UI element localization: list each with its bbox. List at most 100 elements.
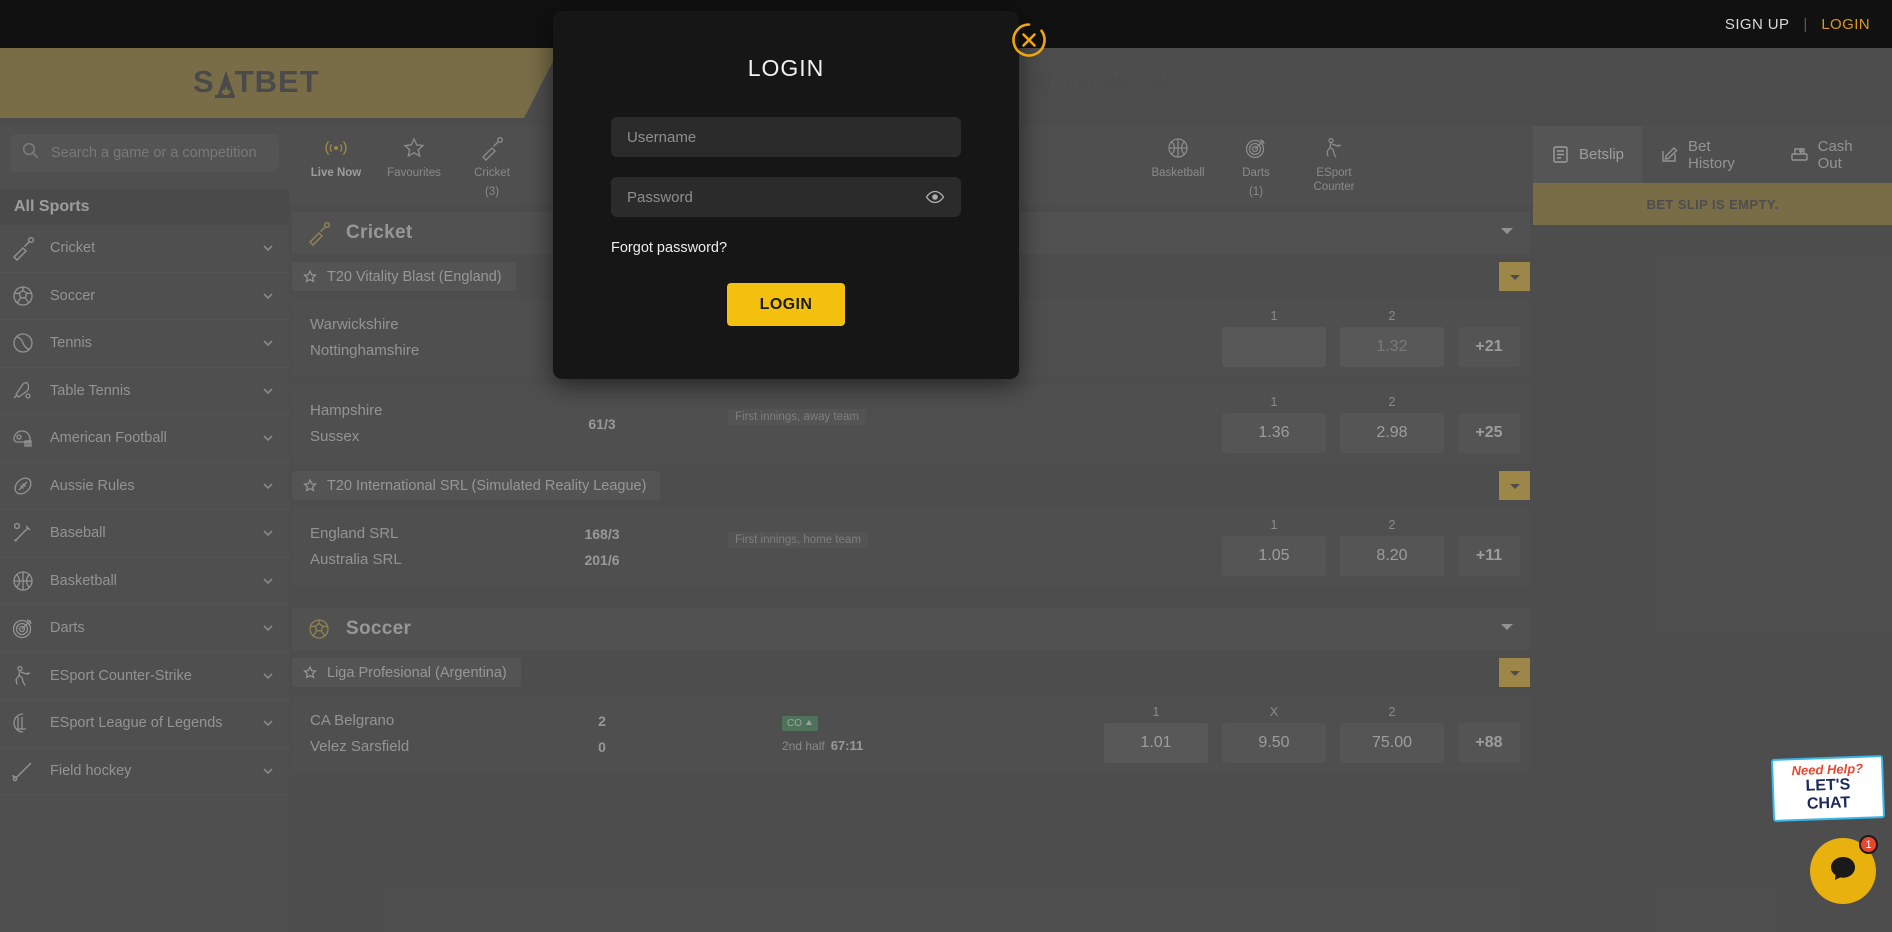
cricket-icon <box>306 220 332 247</box>
league-collapse-button[interactable] <box>1499 471 1530 500</box>
forgot-password-link[interactable]: Forgot password? <box>611 240 1019 256</box>
star-icon[interactable] <box>302 269 318 285</box>
league-collapse-button[interactable] <box>1499 658 1530 687</box>
match-row[interactable]: Hampshire Sussex 61/3 First innings, awa… <box>292 385 1530 463</box>
eye-icon[interactable] <box>925 187 945 207</box>
more-markets-button[interactable]: +21 <box>1458 327 1520 367</box>
odds-value[interactable]: 9.50 <box>1222 723 1326 763</box>
chevron-down-icon[interactable] <box>261 384 275 398</box>
strip-item-live-now[interactable]: Live Now <box>297 126 375 180</box>
satbet-logo[interactable]: S TBET <box>193 64 320 100</box>
star-icon[interactable] <box>302 478 318 494</box>
chevron-down-icon[interactable] <box>261 431 275 445</box>
odds-value[interactable] <box>1222 327 1326 367</box>
login-submit-button[interactable]: LOGIN <box>727 283 845 326</box>
odds-2[interactable]: 2 2.98 <box>1340 395 1444 453</box>
chevron-down-icon[interactable] <box>261 289 275 303</box>
league-of-legends-icon <box>10 710 36 736</box>
tab-cash-out[interactable]: Cash Out <box>1772 126 1892 183</box>
sidebar-item-field-hockey[interactable]: Field hockey <box>0 748 289 795</box>
sidebar-item-soccer[interactable]: Soccer <box>0 273 289 320</box>
chat-bubble-icon <box>1826 852 1860 891</box>
more-markets-button[interactable]: +25 <box>1458 413 1520 453</box>
sidebar-item-baseball[interactable]: Baseball <box>0 510 289 558</box>
odds-value[interactable]: 1.05 <box>1222 536 1326 576</box>
chevron-down-icon[interactable] <box>261 669 275 683</box>
strip-count-cricket: (3) <box>484 186 500 199</box>
league-chip[interactable]: Liga Profesional (Argentina) <box>292 658 521 687</box>
chevron-down-icon[interactable] <box>261 764 275 778</box>
match-row[interactable]: CA Belgrano Velez Sarsfield 2 0 CO 2nd h… <box>292 695 1530 773</box>
match-odds: 1 1.05 2 8.20 +11 <box>1222 518 1530 576</box>
odds-2[interactable]: 2 1.32 <box>1340 309 1444 367</box>
period-label: 2nd half <box>782 738 825 753</box>
password-input[interactable] <box>627 188 925 206</box>
chat-prompt-bubble[interactable]: Need Help? LET'S CHAT <box>1770 755 1886 822</box>
search-input[interactable]: Search a game or a competition <box>51 145 257 161</box>
odds-1[interactable]: 1 1.36 <box>1222 395 1326 453</box>
sidebar-item-esport-league-of-legends[interactable]: ESport League of Legends <box>0 700 289 748</box>
chevron-down-icon[interactable] <box>261 479 275 493</box>
close-modal-button[interactable] <box>1009 22 1049 62</box>
sidebar-item-esport-counter-strike[interactable]: ESport Counter-Strike <box>0 653 289 700</box>
sign-up-link[interactable]: SIGN UP <box>1725 16 1789 33</box>
more-markets-button[interactable]: +88 <box>1458 723 1520 763</box>
chevron-down-icon[interactable] <box>261 574 275 588</box>
sidebar-item-table-tennis[interactable]: Table Tennis <box>0 368 289 415</box>
tab-bet-history[interactable]: Bet History <box>1642 126 1772 183</box>
username-field[interactable] <box>611 117 961 157</box>
strip-item-favourites[interactable]: Favourites <box>375 126 453 180</box>
sidebar-item-basketball[interactable]: Basketball <box>0 558 289 605</box>
sidebar-item-american-football[interactable]: American Football <box>0 415 289 463</box>
odds-value[interactable]: 2.98 <box>1340 413 1444 453</box>
more-markets-button[interactable]: +11 <box>1458 536 1520 576</box>
nav-item-promotions[interactable]: PROMOTIONS <box>1030 70 1180 96</box>
strip-item-esport-counter[interactable]: ESport Counter <box>1295 126 1373 195</box>
search-box[interactable]: Search a game or a competition <box>10 134 279 172</box>
section-header-soccer[interactable]: Soccer <box>292 608 1530 650</box>
odds-1[interactable]: 1 1.01 <box>1104 705 1208 763</box>
odds-1[interactable]: 1 <box>1222 309 1326 367</box>
username-input[interactable] <box>627 128 945 146</box>
away-team: Velez Sarsfield <box>310 738 410 755</box>
strip-item-basketball[interactable]: Basketball <box>1139 126 1217 180</box>
tab-betslip[interactable]: Betslip <box>1533 126 1643 183</box>
sidebar-item-tennis[interactable]: Tennis <box>0 320 289 368</box>
league-collapse-button[interactable] <box>1499 262 1530 291</box>
odds-value[interactable]: 1.32 <box>1340 327 1444 367</box>
odds-2[interactable]: 2 75.00 <box>1340 705 1444 763</box>
password-field[interactable] <box>611 177 961 217</box>
chevron-down-icon[interactable] <box>261 526 275 540</box>
sidebar-item-darts[interactable]: Darts <box>0 605 289 653</box>
chevron-down-icon[interactable] <box>261 621 275 635</box>
odds-2[interactable]: 2 8.20 <box>1340 518 1444 576</box>
login-link[interactable]: LOGIN <box>1821 16 1870 33</box>
chevron-down-icon[interactable] <box>1498 618 1516 641</box>
chevron-down-icon[interactable] <box>261 241 275 255</box>
chevron-down-icon[interactable] <box>261 716 275 730</box>
odds-value[interactable]: 75.00 <box>1340 723 1444 763</box>
logo-a-glyph-icon <box>213 67 237 98</box>
star-icon[interactable] <box>302 665 318 681</box>
betslip-empty-message: BET SLIP IS EMPTY. <box>1533 183 1892 225</box>
odds-label: 2 <box>1388 705 1396 719</box>
odds-value[interactable]: 1.01 <box>1104 723 1208 763</box>
match-teams: Hampshire Sussex <box>292 398 542 450</box>
sidebar-item-cricket[interactable]: Cricket <box>0 225 289 273</box>
league-chip[interactable]: T20 Vitality Blast (England) <box>292 262 516 291</box>
league-chip[interactable]: T20 International SRL (Simulated Reality… <box>292 471 661 500</box>
sidebar-item-aussie-rules[interactable]: Aussie Rules <box>0 463 289 510</box>
odds-x[interactable]: X 9.50 <box>1222 705 1326 763</box>
away-score: 201/6 <box>584 552 620 568</box>
strip-item-cricket[interactable]: Cricket (3) <box>453 126 531 200</box>
match-row[interactable]: England SRL Australia SRL 168/3 201/6 Fi… <box>292 508 1530 586</box>
live-icon <box>323 135 349 161</box>
star-icon <box>401 135 427 161</box>
odds-value[interactable]: 1.36 <box>1222 413 1326 453</box>
odds-1[interactable]: 1 1.05 <box>1222 518 1326 576</box>
odds-value[interactable]: 8.20 <box>1340 536 1444 576</box>
strip-item-darts[interactable]: Darts (1) <box>1217 126 1295 200</box>
chevron-down-icon[interactable] <box>261 336 275 350</box>
chevron-down-icon[interactable] <box>1498 222 1516 245</box>
away-team: Nottinghamshire <box>310 342 420 359</box>
